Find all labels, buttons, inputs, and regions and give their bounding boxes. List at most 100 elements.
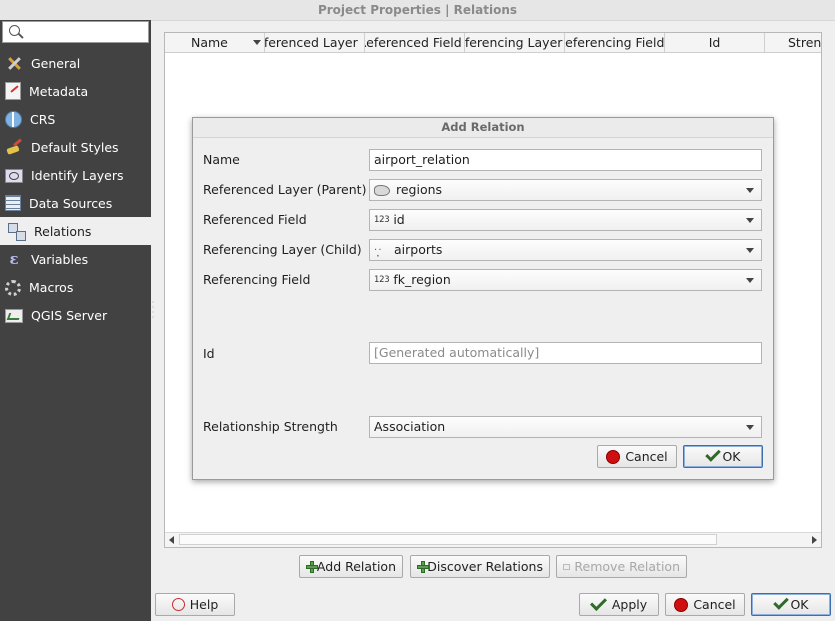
scrollbar-thumb[interactable] <box>179 534 717 545</box>
sidebar-item-label: Identify Layers <box>31 167 124 183</box>
help-button[interactable]: Help <box>155 593 235 616</box>
column-header-referenced-layer[interactable]: Referenced Layer <box>265 33 365 52</box>
chevron-down-icon <box>746 188 754 193</box>
sidebar: General Metadata CRS Default Styles Iden… <box>0 20 151 621</box>
relationship-strength-label: Relationship Strength <box>203 419 338 434</box>
add-icon <box>306 560 318 573</box>
referencing-layer-value: airports <box>394 242 443 257</box>
sidebar-item-label: Metadata <box>29 83 89 99</box>
chevron-down-icon <box>746 218 754 223</box>
referencing-field-value: fk_region <box>393 272 451 287</box>
referenced-field-value: id <box>393 212 405 227</box>
add-relation-button[interactable]: Add Relation <box>299 555 403 578</box>
dialog-title: Add Relation <box>193 118 773 138</box>
id-label: Id <box>203 346 215 361</box>
button-label: Cancel <box>693 597 736 612</box>
sidebar-item-label: Variables <box>31 251 89 267</box>
cancel-button[interactable]: Cancel <box>665 593 745 616</box>
ok-icon <box>773 600 787 609</box>
column-label: Id <box>708 35 721 50</box>
name-input[interactable]: airport_relation <box>369 149 762 171</box>
discover-relations-button[interactable]: Discover Relations <box>410 555 550 578</box>
sidebar-item-variables[interactable]: ε Variables <box>0 245 151 273</box>
column-label: Name <box>191 35 228 50</box>
relationship-strength-value: Association <box>374 419 446 434</box>
sort-down-icon <box>253 40 261 45</box>
dialog-cancel-button[interactable]: Cancel <box>597 445 677 468</box>
identify-icon <box>5 169 23 183</box>
column-header-referencing-field[interactable]: Referencing Field <box>565 33 665 52</box>
sidebar-item-data-sources[interactable]: Data Sources <box>0 189 151 217</box>
search-box[interactable] <box>2 21 149 43</box>
sidebar-item-general[interactable]: General <box>0 49 151 77</box>
remove-relation-button[interactable]: Remove Relation <box>556 555 687 578</box>
column-header-referenced-field[interactable]: Referenced Field <box>365 33 465 52</box>
checkmark-icon <box>589 594 607 611</box>
referencing-layer-label: Referencing Layer (Child) <box>203 242 362 257</box>
button-label: OK <box>722 449 741 464</box>
sidebar-item-label: CRS <box>30 111 56 127</box>
sidebar-item-macros[interactable]: Macros <box>0 273 151 301</box>
referencing-field-label: Referencing Field <box>203 272 311 287</box>
brush-icon <box>5 139 23 155</box>
relations-icon <box>8 223 26 241</box>
apply-button[interactable]: Apply <box>579 593 659 616</box>
column-header-strength[interactable]: Strength <box>765 33 821 52</box>
metadata-icon <box>5 82 21 100</box>
referenced-field-combo[interactable]: 123 id <box>369 209 762 231</box>
sidebar-item-default-styles[interactable]: Default Styles <box>0 133 151 161</box>
server-icon <box>5 309 23 323</box>
column-header-name[interactable]: Name <box>165 33 265 52</box>
chevron-down-icon <box>746 425 754 430</box>
sidebar-item-identify-layers[interactable]: Identify Layers <box>0 161 151 189</box>
button-label: Apply <box>611 597 648 612</box>
column-label: Strength <box>788 35 821 50</box>
dialog-ok-button[interactable]: OK <box>683 445 763 468</box>
column-header-referencing-layer[interactable]: Referencing Layer <box>465 33 565 52</box>
integer-field-icon: 123 <box>374 275 390 285</box>
sidebar-item-qgis-server[interactable]: QGIS Server <box>0 301 151 329</box>
help-icon <box>171 598 185 611</box>
id-placeholder: [Generated automatically] <box>374 345 540 360</box>
relationship-strength-combo[interactable]: Association <box>369 416 762 438</box>
tools-icon <box>5 55 23 71</box>
referenced-layer-combo[interactable]: regions <box>369 179 762 201</box>
add-relation-dialog: Add Relation Name airport_relation Refer… <box>192 117 774 480</box>
integer-field-icon: 123 <box>374 215 390 225</box>
button-label: Discover Relations <box>427 559 543 574</box>
id-input[interactable]: [Generated automatically] <box>369 342 762 364</box>
add-icon <box>417 560 430 573</box>
cancel-icon <box>606 449 621 464</box>
remove-icon <box>563 563 571 570</box>
referenced-field-label: Referenced Field <box>203 212 307 227</box>
button-label: Cancel <box>625 449 668 464</box>
splitter-handle[interactable]: · · · · <box>151 299 155 330</box>
sidebar-item-crs[interactable]: CRS <box>0 105 151 133</box>
table-header: Name Referenced Layer Referenced Field R… <box>165 33 821 53</box>
globe-icon <box>5 110 22 128</box>
referencing-field-combo[interactable]: 123 fk_region <box>369 269 762 291</box>
name-value: airport_relation <box>374 152 470 167</box>
cancel-icon <box>674 597 689 612</box>
window-title: Project Properties | Relations <box>0 0 835 21</box>
ok-button[interactable]: OK <box>751 593 831 616</box>
column-label: Referencing Layer <box>465 35 563 50</box>
referencing-layer-combo[interactable]: airports <box>369 239 762 266</box>
scroll-right-icon[interactable] <box>812 536 817 544</box>
sidebar-item-label: QGIS Server <box>31 307 108 323</box>
name-label: Name <box>203 152 240 167</box>
scroll-left-icon[interactable] <box>169 536 174 544</box>
sidebar-nav: General Metadata CRS Default Styles Iden… <box>0 49 151 329</box>
chevron-down-icon <box>746 248 754 253</box>
column-label: Referenced Field <box>365 35 462 50</box>
column-label: Referencing Field <box>565 35 665 50</box>
polygon-layer-icon <box>374 184 390 196</box>
search-icon <box>9 25 20 36</box>
column-header-id[interactable]: Id <box>665 33 765 52</box>
horizontal-scrollbar[interactable] <box>165 532 821 547</box>
sidebar-item-metadata[interactable]: Metadata <box>0 77 151 105</box>
button-label: Help <box>189 597 219 612</box>
button-label: Add Relation <box>316 559 396 574</box>
search-input[interactable] <box>25 23 149 43</box>
sidebar-item-relations[interactable]: Relations <box>0 217 151 245</box>
